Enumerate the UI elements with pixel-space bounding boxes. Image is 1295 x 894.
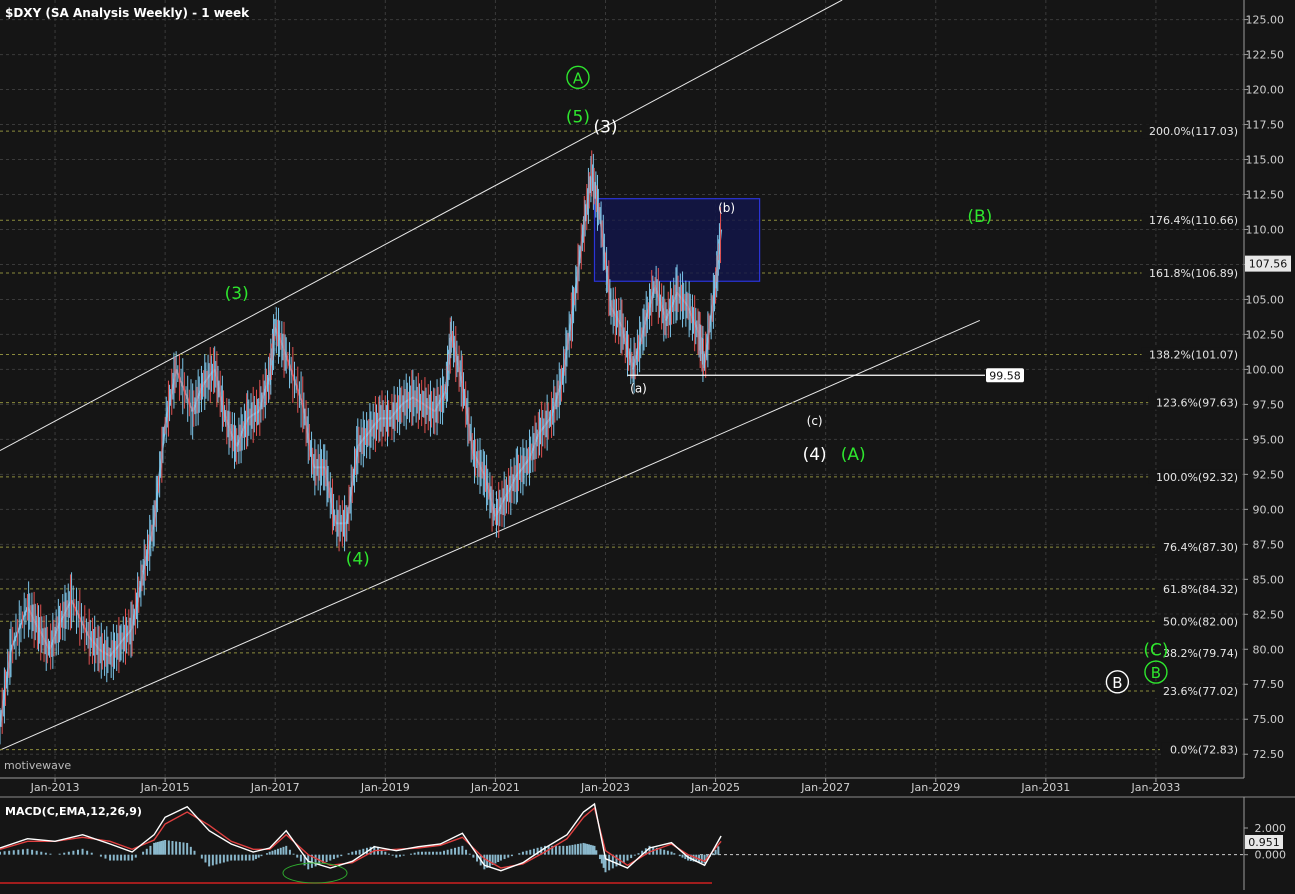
time-tick-label: Jan-2021 (470, 781, 520, 794)
wave-label: (a) (630, 382, 647, 396)
wave-label: (C) (1143, 641, 1168, 661)
fib-label: 50.0%(82.00) (1163, 615, 1238, 628)
time-tick-label: Jan-2017 (250, 781, 300, 794)
chart-background (0, 0, 1295, 890)
price-tick-label: 90.00 (1253, 503, 1285, 516)
price-tick-label: 80.00 (1253, 643, 1285, 656)
price-tick-label: 72.50 (1253, 748, 1285, 761)
macd-title: MACD(C,EMA,12,26,9) (5, 805, 142, 818)
wave-label: B (1112, 674, 1122, 692)
time-tick-label: Jan-2031 (1020, 781, 1070, 794)
price-tick-label: 117.50 (1246, 119, 1285, 132)
watermark: motivewave (4, 759, 71, 772)
fib-label: 38.2%(79.74) (1163, 647, 1238, 660)
price-tick-label: 105.00 (1246, 293, 1285, 306)
wave-label: (3) (225, 284, 249, 304)
price-tick-label: 120.00 (1246, 84, 1285, 97)
macd-tick-label: 0.000 (1255, 849, 1287, 862)
chart-title: $DXY (SA Analysis Weekly) - 1 week (5, 6, 250, 20)
wave-label: B (1151, 664, 1161, 682)
time-tick-label: Jan-2023 (580, 781, 630, 794)
wave-label: (4) (803, 445, 827, 465)
fib-label: 123.6%(97.63) (1156, 397, 1238, 410)
fib-label: 100.0%(92.32) (1156, 471, 1238, 484)
price-tick-label: 77.50 (1253, 678, 1285, 691)
fib-label: 200.0%(117.03) (1149, 125, 1238, 138)
wave-label: (4) (346, 550, 370, 570)
fib-label: 61.8%(84.32) (1163, 583, 1238, 596)
price-tick-label: 125.00 (1246, 14, 1285, 27)
fib-label: 138.2%(101.07) (1149, 348, 1238, 361)
time-tick-label: Jan-2019 (360, 781, 410, 794)
price-tick-label: 102.50 (1246, 328, 1285, 341)
macd-tick-label: 2.000 (1255, 822, 1287, 835)
fib-label: 23.6%(77.02) (1163, 685, 1238, 698)
time-tick-label: Jan-2033 (1130, 781, 1180, 794)
macd-current-label: 0.951 (1248, 836, 1280, 849)
wave-label: A (573, 69, 584, 87)
time-tick-label: Jan-2013 (30, 781, 80, 794)
wave-label: (b) (718, 201, 735, 215)
price-tick-label: 95.00 (1253, 433, 1285, 446)
wave-label: (c) (807, 414, 823, 428)
fib-label: 161.8%(106.89) (1149, 267, 1238, 280)
wave-label: (3) (593, 117, 617, 137)
fib-label: 0.0%(72.83) (1170, 744, 1238, 757)
price-tick-label: 92.50 (1253, 468, 1285, 481)
time-tick-label: Jan-2029 (910, 781, 960, 794)
price-tick-label: 100.00 (1246, 363, 1285, 376)
wave-label: (A) (841, 445, 866, 465)
price-tick-label: 85.00 (1253, 573, 1285, 586)
price-tick-label: 82.50 (1253, 608, 1285, 621)
time-tick-label: Jan-2025 (690, 781, 740, 794)
dxy-chart[interactable]: 200.0%(117.03) 176.4%(110.66) 161.8%(106.8… (0, 0, 1295, 890)
support-label: 99.58 (989, 369, 1021, 382)
time-tick-label: Jan-2015 (140, 781, 190, 794)
price-tick-label: 115.00 (1246, 154, 1285, 167)
fib-label: 176.4%(110.66) (1149, 214, 1238, 227)
price-tick-label: 110.00 (1246, 223, 1285, 236)
chart-stage: 200.0%(117.03) 176.4%(110.66) 161.8%(106.8… (0, 0, 1295, 890)
wave-label: (B) (967, 207, 992, 227)
fib-label: 76.4%(87.30) (1163, 541, 1238, 554)
price-tick-label: 112.50 (1246, 189, 1285, 202)
price-tick-label: 97.50 (1253, 398, 1285, 411)
price-tick-label: 122.50 (1246, 49, 1285, 62)
price-tick-label: 75.00 (1253, 713, 1285, 726)
time-tick-label: Jan-2027 (800, 781, 850, 794)
time-axis[interactable]: Jan-2013 Jan-2015 Jan-2017 Jan-2019 Jan-2021… (0, 777, 1244, 794)
last-price-label: 107.56 (1249, 258, 1288, 271)
wave-label: (5) (566, 108, 590, 128)
price-tick-label: 87.50 (1253, 538, 1285, 551)
